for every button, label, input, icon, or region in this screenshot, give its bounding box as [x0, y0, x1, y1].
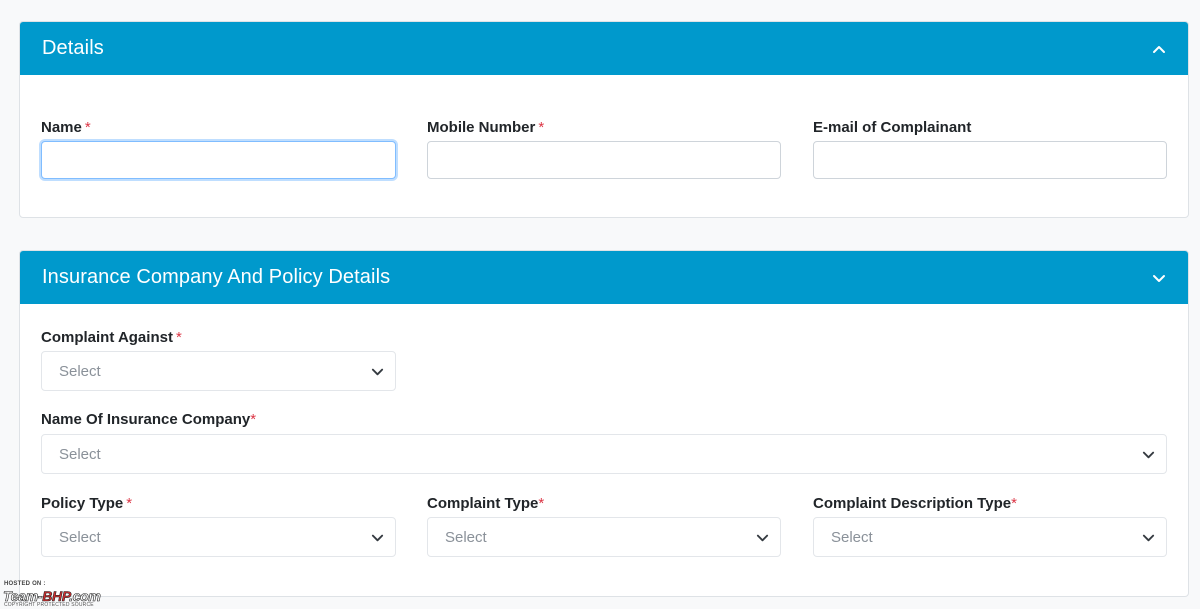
chevron-down-icon: [371, 364, 385, 378]
chevron-down-icon[interactable]: [1152, 271, 1166, 285]
email-label-text: E-mail of Complainant: [813, 119, 972, 136]
name-label: Name *: [41, 119, 91, 136]
team-bhp-watermark: HOSTED ON : Team-BHP.com COPYRIGHT PROTE…: [3, 581, 139, 608]
complaint-type-select[interactable]: Select: [427, 517, 781, 557]
chevron-down-icon: [1142, 447, 1156, 461]
required-marker: *: [175, 329, 182, 346]
details-card: Details Name * Mobile Number * E-mail of C…: [19, 21, 1189, 218]
name-label-text: Name: [41, 119, 82, 136]
complaint-form-page: Details Name * Mobile Number * E-mail of C…: [0, 0, 1200, 609]
mobile-number-label-text: Mobile Number: [427, 119, 536, 136]
required-marker: *: [126, 495, 133, 512]
watermark-hosted-on: HOSTED ON :: [4, 581, 46, 587]
policy-type-label: Policy Type *: [41, 495, 132, 512]
complaint-type-label: Complaint Type*: [427, 495, 544, 512]
chevron-down-icon: [1142, 530, 1156, 544]
policy-type-select[interactable]: Select: [41, 517, 396, 557]
complaint-description-type-value: Select: [831, 528, 873, 546]
complaint-against-value: Select: [59, 362, 101, 380]
insurance-card-title: Insurance Company And Policy Details: [42, 266, 391, 288]
mobile-number-input[interactable]: [427, 141, 781, 179]
insurance-card-header[interactable]: Insurance Company And Policy Details: [20, 251, 1188, 304]
insurance-company-label: Name Of Insurance Company*: [41, 411, 256, 428]
complaint-against-label: Complaint Against *: [41, 329, 182, 346]
required-marker: *: [538, 495, 545, 512]
chevron-down-icon: [756, 530, 770, 544]
complaint-description-type-label: Complaint Description Type*: [813, 495, 1017, 512]
insurance-company-select[interactable]: Select: [41, 434, 1167, 474]
complaint-against-select[interactable]: Select: [41, 351, 396, 391]
policy-type-label-text: Policy Type: [41, 495, 124, 512]
mobile-number-label: Mobile Number *: [427, 119, 544, 136]
complaint-description-type-label-text: Complaint Description Type: [813, 495, 1012, 512]
required-marker: *: [538, 119, 545, 136]
chevron-up-icon[interactable]: [1152, 42, 1166, 56]
name-input[interactable]: [41, 141, 396, 179]
insurance-company-label-text: Name Of Insurance Company: [41, 411, 251, 428]
watermark-copyright: COPYRIGHT PROTECTED SOURCE: [4, 602, 94, 608]
required-marker: *: [250, 411, 257, 428]
chevron-down-icon: [371, 530, 385, 544]
required-marker: *: [84, 119, 91, 136]
complaint-description-type-select[interactable]: Select: [813, 517, 1167, 557]
complaint-type-label-text: Complaint Type: [427, 495, 539, 512]
details-card-title: Details: [42, 37, 104, 59]
complaint-against-label-text: Complaint Against: [41, 329, 173, 346]
insurance-card: Insurance Company And Policy Details Com…: [19, 250, 1189, 597]
complaint-type-value: Select: [445, 528, 487, 546]
email-label: E-mail of Complainant: [813, 119, 971, 136]
required-marker: *: [1011, 495, 1017, 512]
email-input[interactable]: [813, 141, 1167, 179]
policy-type-value: Select: [59, 528, 101, 546]
insurance-company-value: Select: [59, 445, 101, 463]
details-card-header[interactable]: Details: [20, 22, 1188, 75]
